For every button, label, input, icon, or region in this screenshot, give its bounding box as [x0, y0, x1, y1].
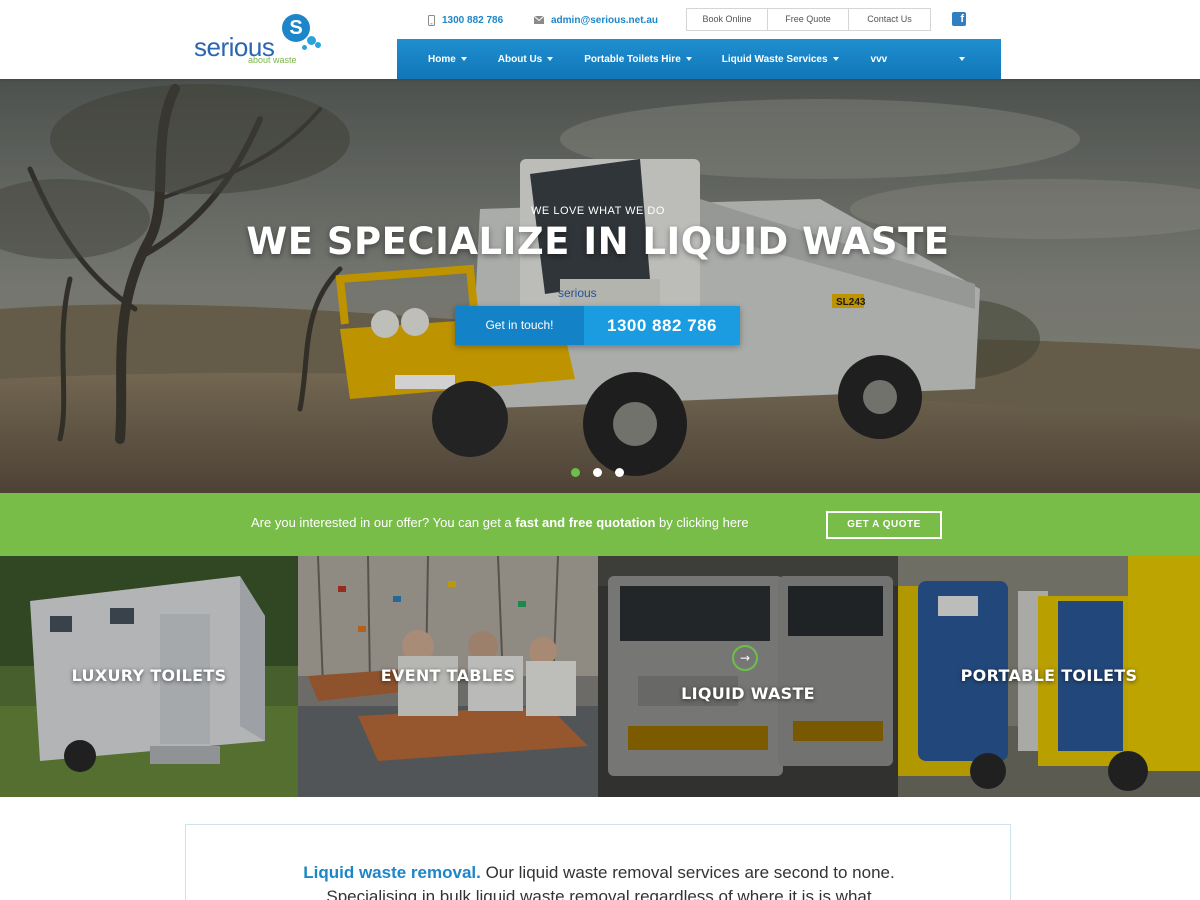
get-in-touch-button[interactable]: Get in touch! — [455, 306, 584, 345]
nav-item-about-us[interactable]: About Us — [497, 53, 554, 65]
quote-banner: Are you interested in our offer? You can… — [0, 493, 1200, 556]
free-quote-link[interactable]: Free Quote — [768, 9, 849, 30]
caret-down-icon — [547, 57, 554, 61]
envelope-icon — [534, 16, 544, 24]
nav-item-liquid-waste-services[interactable]: Liquid Waste Services — [722, 54, 839, 65]
quote-text-bold: fast and free quotation — [515, 515, 656, 530]
intro-lead: Liquid waste removal. — [303, 863, 481, 882]
main-nav: Home About Us Portable Toilets Hire Liqu… — [397, 39, 1001, 79]
intro-line-1: Liquid waste removal. Our liquid waste r… — [186, 863, 1012, 883]
nav-item-label: About Us — [497, 53, 543, 65]
nav-item-label: Liquid Waste Services — [721, 53, 828, 65]
nav-item-label: Portable Toilets Hire — [584, 53, 681, 65]
quote-banner-text: Are you interested in our offer? You can… — [251, 515, 749, 530]
intro-line-2: Specialising in bulk liquid waste remova… — [326, 887, 872, 900]
intro-section: Liquid waste removal. Our liquid waste r… — [185, 824, 1011, 900]
slider-dots — [571, 468, 637, 477]
tile-liquid-waste[interactable]: → LIQUID WASTE — [598, 556, 898, 797]
slider-dot-3[interactable] — [615, 468, 624, 477]
logo-bubble — [302, 45, 307, 50]
nav-item-home[interactable]: Home — [428, 54, 467, 65]
slider-dot-2[interactable] — [593, 468, 602, 477]
header-phone[interactable]: 1300 882 786 — [428, 12, 503, 28]
quote-text-before: Are you interested in our offer? You can… — [251, 515, 516, 530]
contact-us-link[interactable]: Contact Us — [849, 9, 930, 30]
tile-luxury-toilets[interactable]: LUXURY TOILETS — [0, 556, 298, 797]
liquid-waste-photo — [598, 556, 898, 797]
caret-down-icon — [832, 57, 839, 61]
nav-item-label: vvv — [870, 53, 888, 65]
logo-tagline: about waste — [248, 55, 297, 65]
cta-phone-number[interactable]: 1300 882 786 — [584, 306, 740, 345]
tile-event-tables[interactable]: EVENT TABLES — [298, 556, 598, 797]
header-email-text: admin@serious.net.au — [551, 14, 658, 26]
hero-title: WE SPECIALIZE IN LIQUID WASTE — [246, 220, 950, 263]
quote-text-after: by clicking here — [655, 515, 749, 530]
caret-down-icon — [959, 57, 965, 61]
nav-item-vvv[interactable]: vvv — [871, 54, 888, 65]
tile-label: EVENT TABLES — [380, 666, 516, 685]
tile-label: PORTABLE TOILETS — [960, 666, 1138, 685]
tile-portable-toilets[interactable]: PORTABLE TOILETS — [898, 556, 1200, 797]
phone-icon — [428, 14, 435, 26]
nav-item-label: Home — [428, 53, 456, 65]
site-header: serious about waste S 1300 882 786 admin… — [0, 0, 1200, 79]
get-a-quote-button[interactable]: GET A QUOTE — [826, 511, 942, 539]
logo-bubble — [315, 42, 321, 48]
book-online-link[interactable]: Book Online — [687, 9, 768, 30]
site-logo[interactable]: serious about waste S — [194, 12, 329, 68]
nav-more-dropdown[interactable] — [959, 57, 965, 61]
top-links: Book Online Free Quote Contact Us — [686, 8, 931, 31]
tile-label: LIQUID WASTE — [681, 684, 815, 703]
intro-text: Our liquid waste removal services are se… — [480, 863, 895, 882]
arrow-right-icon[interactable]: → — [732, 645, 758, 671]
hero-slider: SL243 serious WE LOVE WHAT WE DO WE SPEC… — [0, 79, 1200, 493]
caret-down-icon — [685, 57, 692, 61]
logo-badge: S — [282, 14, 310, 42]
tile-label: LUXURY TOILETS — [71, 666, 227, 685]
header-email[interactable]: admin@serious.net.au — [534, 12, 658, 28]
slider-dot-1[interactable] — [571, 468, 580, 477]
nav-item-portable-toilets-hire[interactable]: Portable Toilets Hire — [584, 54, 692, 65]
facebook-icon[interactable]: f — [952, 12, 966, 26]
header-phone-text: 1300 882 786 — [442, 14, 504, 26]
caret-down-icon — [460, 57, 467, 61]
hero-truck-photo: SL243 serious — [0, 79, 1200, 493]
service-tiles: LUXURY TOILETS EVENT TABLES → LIQUID WAS… — [0, 556, 1200, 797]
hero-kicker: WE LOVE WHAT WE DO — [531, 205, 665, 217]
hero-cta[interactable]: Get in touch! 1300 882 786 — [455, 306, 740, 345]
